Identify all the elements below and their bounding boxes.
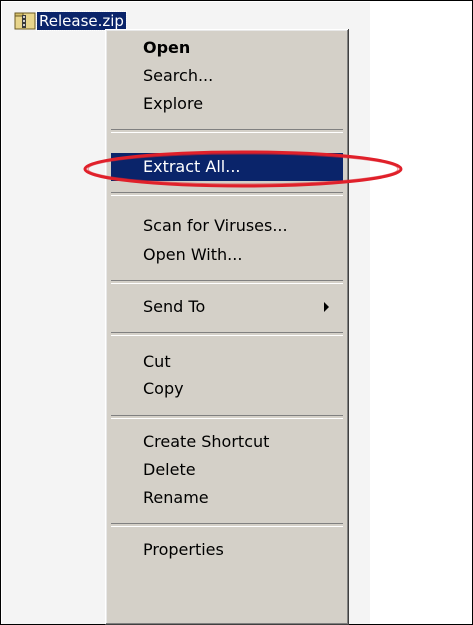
menu-item-label: Delete (143, 460, 196, 479)
menu-item-copy[interactable]: Copy (111, 375, 343, 403)
menu-item-label: Properties (143, 540, 224, 559)
menu-item-label: Cut (143, 352, 171, 371)
menu-item-label: Send To (143, 297, 206, 316)
menu-item-open-with[interactable]: Open With... (111, 241, 343, 269)
menu-separator (111, 280, 343, 284)
menu-item-label: Rename (143, 488, 209, 507)
menu-item-label: Create Shortcut (143, 432, 270, 451)
menu-separator (111, 192, 343, 196)
menu-item-label: Scan for Viruses... (143, 216, 288, 235)
menu-separator (111, 129, 343, 133)
menu-item-cut[interactable]: Cut (111, 348, 343, 376)
zip-folder-icon[interactable] (14, 10, 36, 30)
menu-separator (111, 332, 343, 336)
menu-item-label: Search... (143, 66, 214, 85)
menu-item-scan-for-viruses[interactable]: Scan for Viruses... (111, 212, 343, 240)
menu-item-send-to[interactable]: Send To (111, 293, 343, 321)
menu-item-search[interactable]: Search... (111, 62, 343, 90)
menu-item-create-shortcut[interactable]: Create Shortcut (111, 428, 343, 456)
menu-item-extract-all[interactable]: Extract All... (111, 153, 343, 181)
menu-separator (111, 523, 343, 527)
file-name-label[interactable]: Release.zip (36, 11, 127, 31)
menu-item-label: Open (143, 38, 191, 57)
menu-item-explore[interactable]: Explore (111, 90, 343, 118)
menu-item-label: Copy (143, 379, 184, 398)
menu-item-properties[interactable]: Properties (111, 536, 343, 564)
menu-item-delete[interactable]: Delete (111, 456, 343, 484)
menu-item-rename[interactable]: Rename (111, 484, 343, 512)
menu-item-open[interactable]: Open (111, 34, 343, 62)
context-menu: Open Search... Explore Extract All... Sc… (105, 29, 349, 625)
menu-item-label: Open With... (143, 245, 243, 264)
menu-item-label: Explore (143, 94, 204, 113)
submenu-arrow-icon (324, 302, 329, 312)
menu-item-label: Extract All... (143, 157, 241, 176)
menu-separator (111, 415, 343, 419)
